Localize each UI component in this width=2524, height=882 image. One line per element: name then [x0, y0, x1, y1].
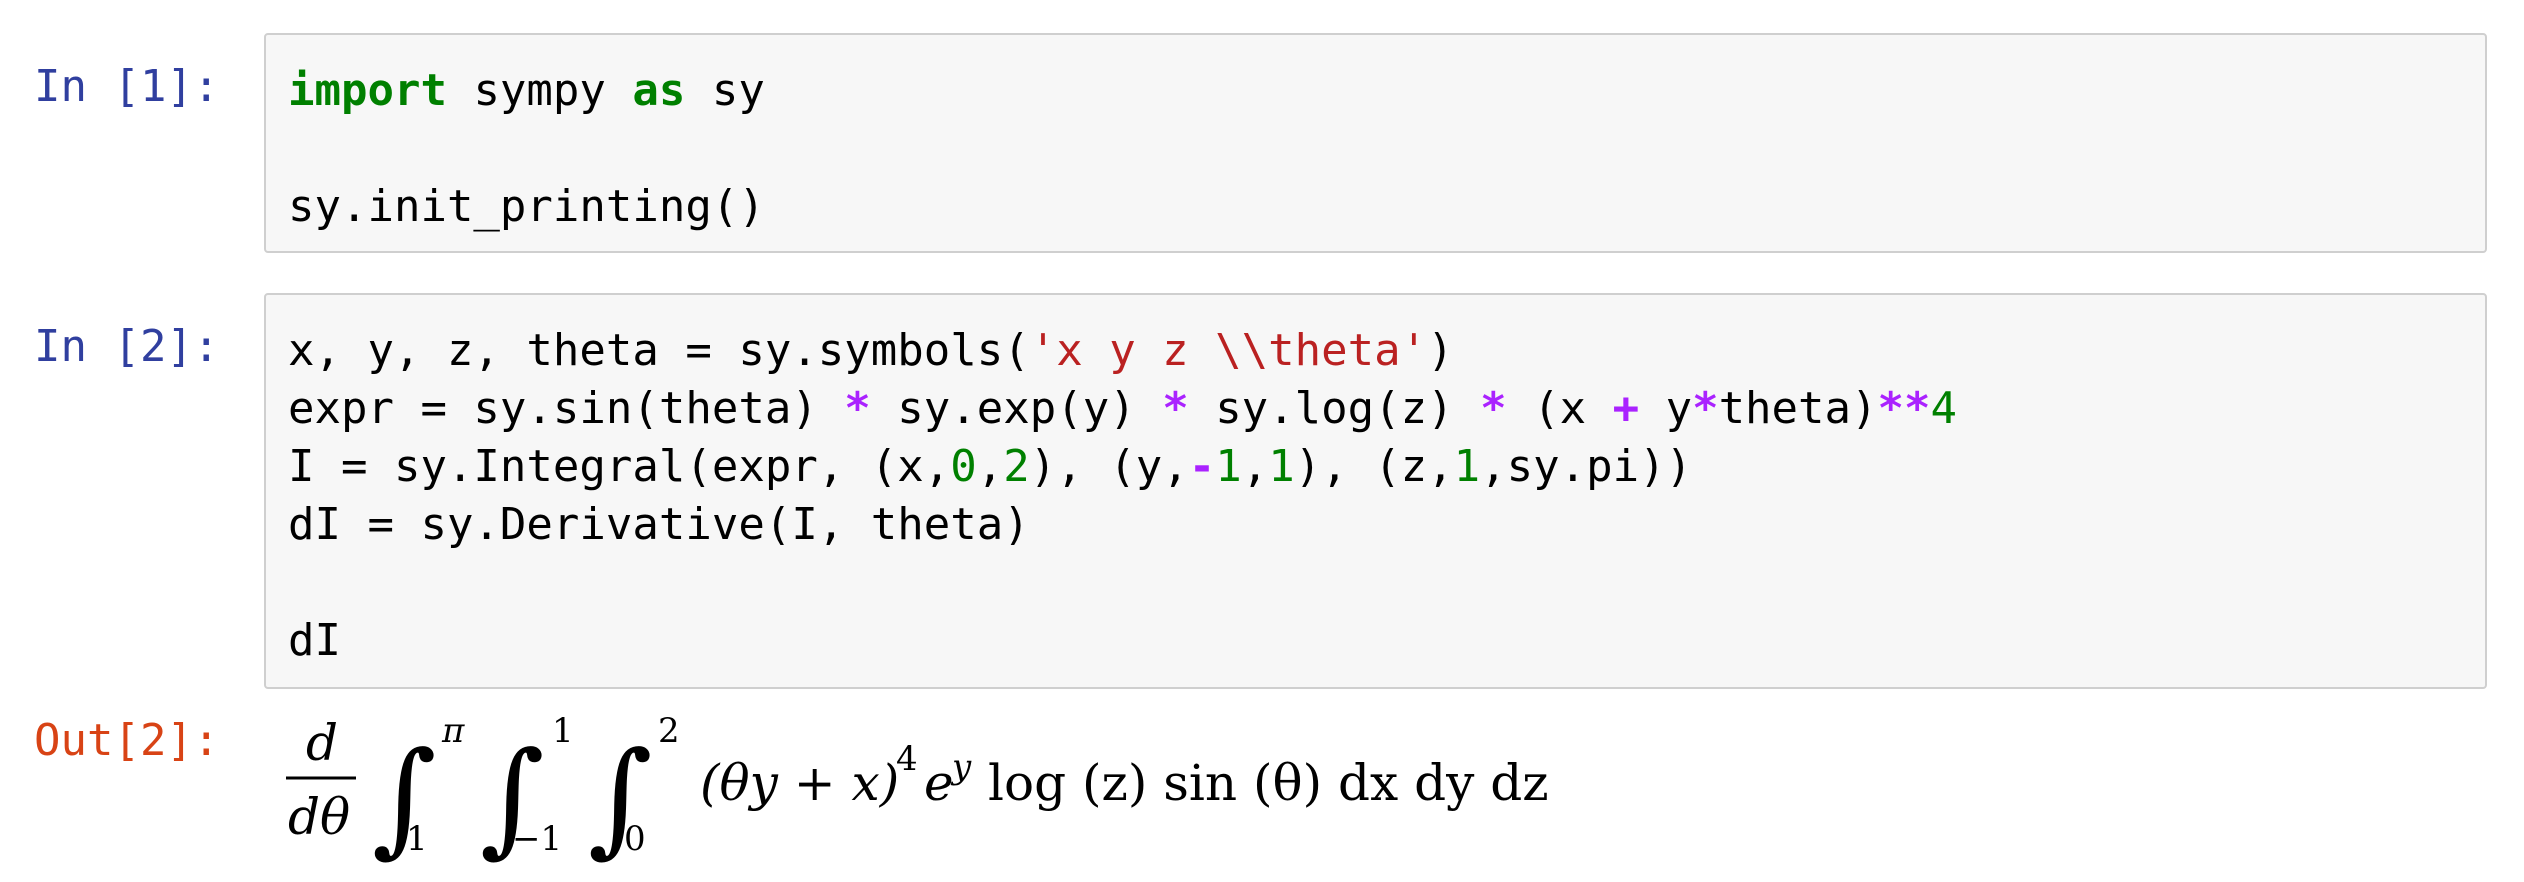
- derivative-denominator: dθ: [288, 788, 350, 846]
- code-token: *: [844, 383, 871, 434]
- code-editor-1[interactable]: import sympy as sy sy.init_printing(): [266, 62, 2485, 236]
- input-prompt-1: In [1]:: [34, 61, 220, 112]
- code-token: 4: [1930, 383, 1958, 434]
- code-token: sympy: [446, 65, 633, 116]
- code-token: expr = sy.sin(theta): [288, 383, 845, 434]
- exp-power: y: [950, 747, 972, 787]
- math-output: d dθ ∫ π 1 ∫ 1 −1 ∫ 2 0 (θy + x) 4 e y l…: [284, 700, 1584, 870]
- input-prompt-2: In [2]:: [34, 321, 220, 372]
- code-token: dI = sy.Derivative(I, theta): [288, 499, 1030, 550]
- code-token: +: [1612, 383, 1640, 434]
- code-token: import: [288, 65, 447, 116]
- integral-upper-limit-3: 2: [658, 711, 680, 751]
- code-cell-1[interactable]: import sympy as sy sy.init_printing(): [264, 33, 2487, 253]
- code-token: sy.exp(y): [870, 383, 1163, 434]
- code-token: sy: [685, 65, 765, 116]
- code-token: **: [1877, 383, 1931, 434]
- code-token: sy.init_printing(): [288, 181, 765, 232]
- code-token: dI: [288, 615, 341, 666]
- code-token: *: [1692, 383, 1719, 434]
- code-token: 1: [1268, 441, 1295, 492]
- code-token: ): [1427, 325, 1454, 376]
- code-token: 2: [1003, 441, 1030, 492]
- code-token: I = sy.Integral(expr, (x,: [288, 441, 951, 492]
- integrand-rest: log (z) sin (θ) dx dy dz: [988, 754, 1549, 812]
- code-token: ,: [1241, 441, 1269, 492]
- code-line: dI = sy.Derivative(I, theta): [288, 496, 2485, 554]
- integral-lower-limit-1: 1: [406, 819, 428, 859]
- code-cell-2[interactable]: x, y, z, theta = sy.symbols('x y z \\the…: [264, 293, 2487, 689]
- code-token: x, y, z, theta = sy.symbols(: [288, 325, 1030, 376]
- rendered-derivative-integral: d dθ ∫ π 1 ∫ 1 −1 ∫ 2 0 (θy + x) 4 e y l…: [286, 711, 1549, 870]
- code-token: (x: [1506, 383, 1613, 434]
- integrand-power: 4: [896, 739, 918, 779]
- integral-lower-limit-3: 0: [624, 819, 646, 859]
- integral-upper-limit-1: π: [441, 711, 465, 751]
- derivative-numerator: d: [306, 714, 338, 772]
- code-token: as: [632, 65, 686, 116]
- code-token: sy.log(z): [1188, 383, 1481, 434]
- code-line: I = sy.Integral(expr, (x,0,2), (y,-1,1),…: [288, 438, 2485, 496]
- integrand-base: (θy + x): [700, 754, 899, 812]
- code-token: *: [1162, 383, 1189, 434]
- code-token: 1: [1215, 441, 1242, 492]
- code-line: x, y, z, theta = sy.symbols('x y z \\the…: [288, 322, 2485, 380]
- output-prompt-2: Out[2]:: [34, 715, 220, 766]
- code-token: 0: [950, 441, 977, 492]
- code-token: ,sy.pi)): [1480, 441, 1693, 492]
- code-token: *: [1480, 383, 1507, 434]
- code-token: ), (y,: [1029, 441, 1189, 492]
- code-editor-2[interactable]: x, y, z, theta = sy.symbols('x y z \\the…: [266, 322, 2485, 670]
- code-token: 'x y z \\theta': [1029, 325, 1428, 376]
- code-token: y: [1639, 383, 1693, 434]
- code-line: expr = sy.sin(theta) * sy.exp(y) * sy.lo…: [288, 380, 2485, 438]
- code-token: -: [1188, 441, 1216, 492]
- code-line: sy.init_printing(): [288, 178, 2485, 236]
- code-line: import sympy as sy: [288, 62, 2485, 120]
- integral-upper-limit-2: 1: [552, 711, 574, 751]
- code-line: dI: [288, 612, 2485, 670]
- code-token: 1: [1453, 441, 1481, 492]
- code-token: ,: [976, 441, 1004, 492]
- integral-lower-limit-2: −1: [512, 819, 562, 859]
- code-token: theta): [1718, 383, 1878, 434]
- code-token: ), (z,: [1294, 441, 1454, 492]
- exp-base: e: [924, 754, 954, 812]
